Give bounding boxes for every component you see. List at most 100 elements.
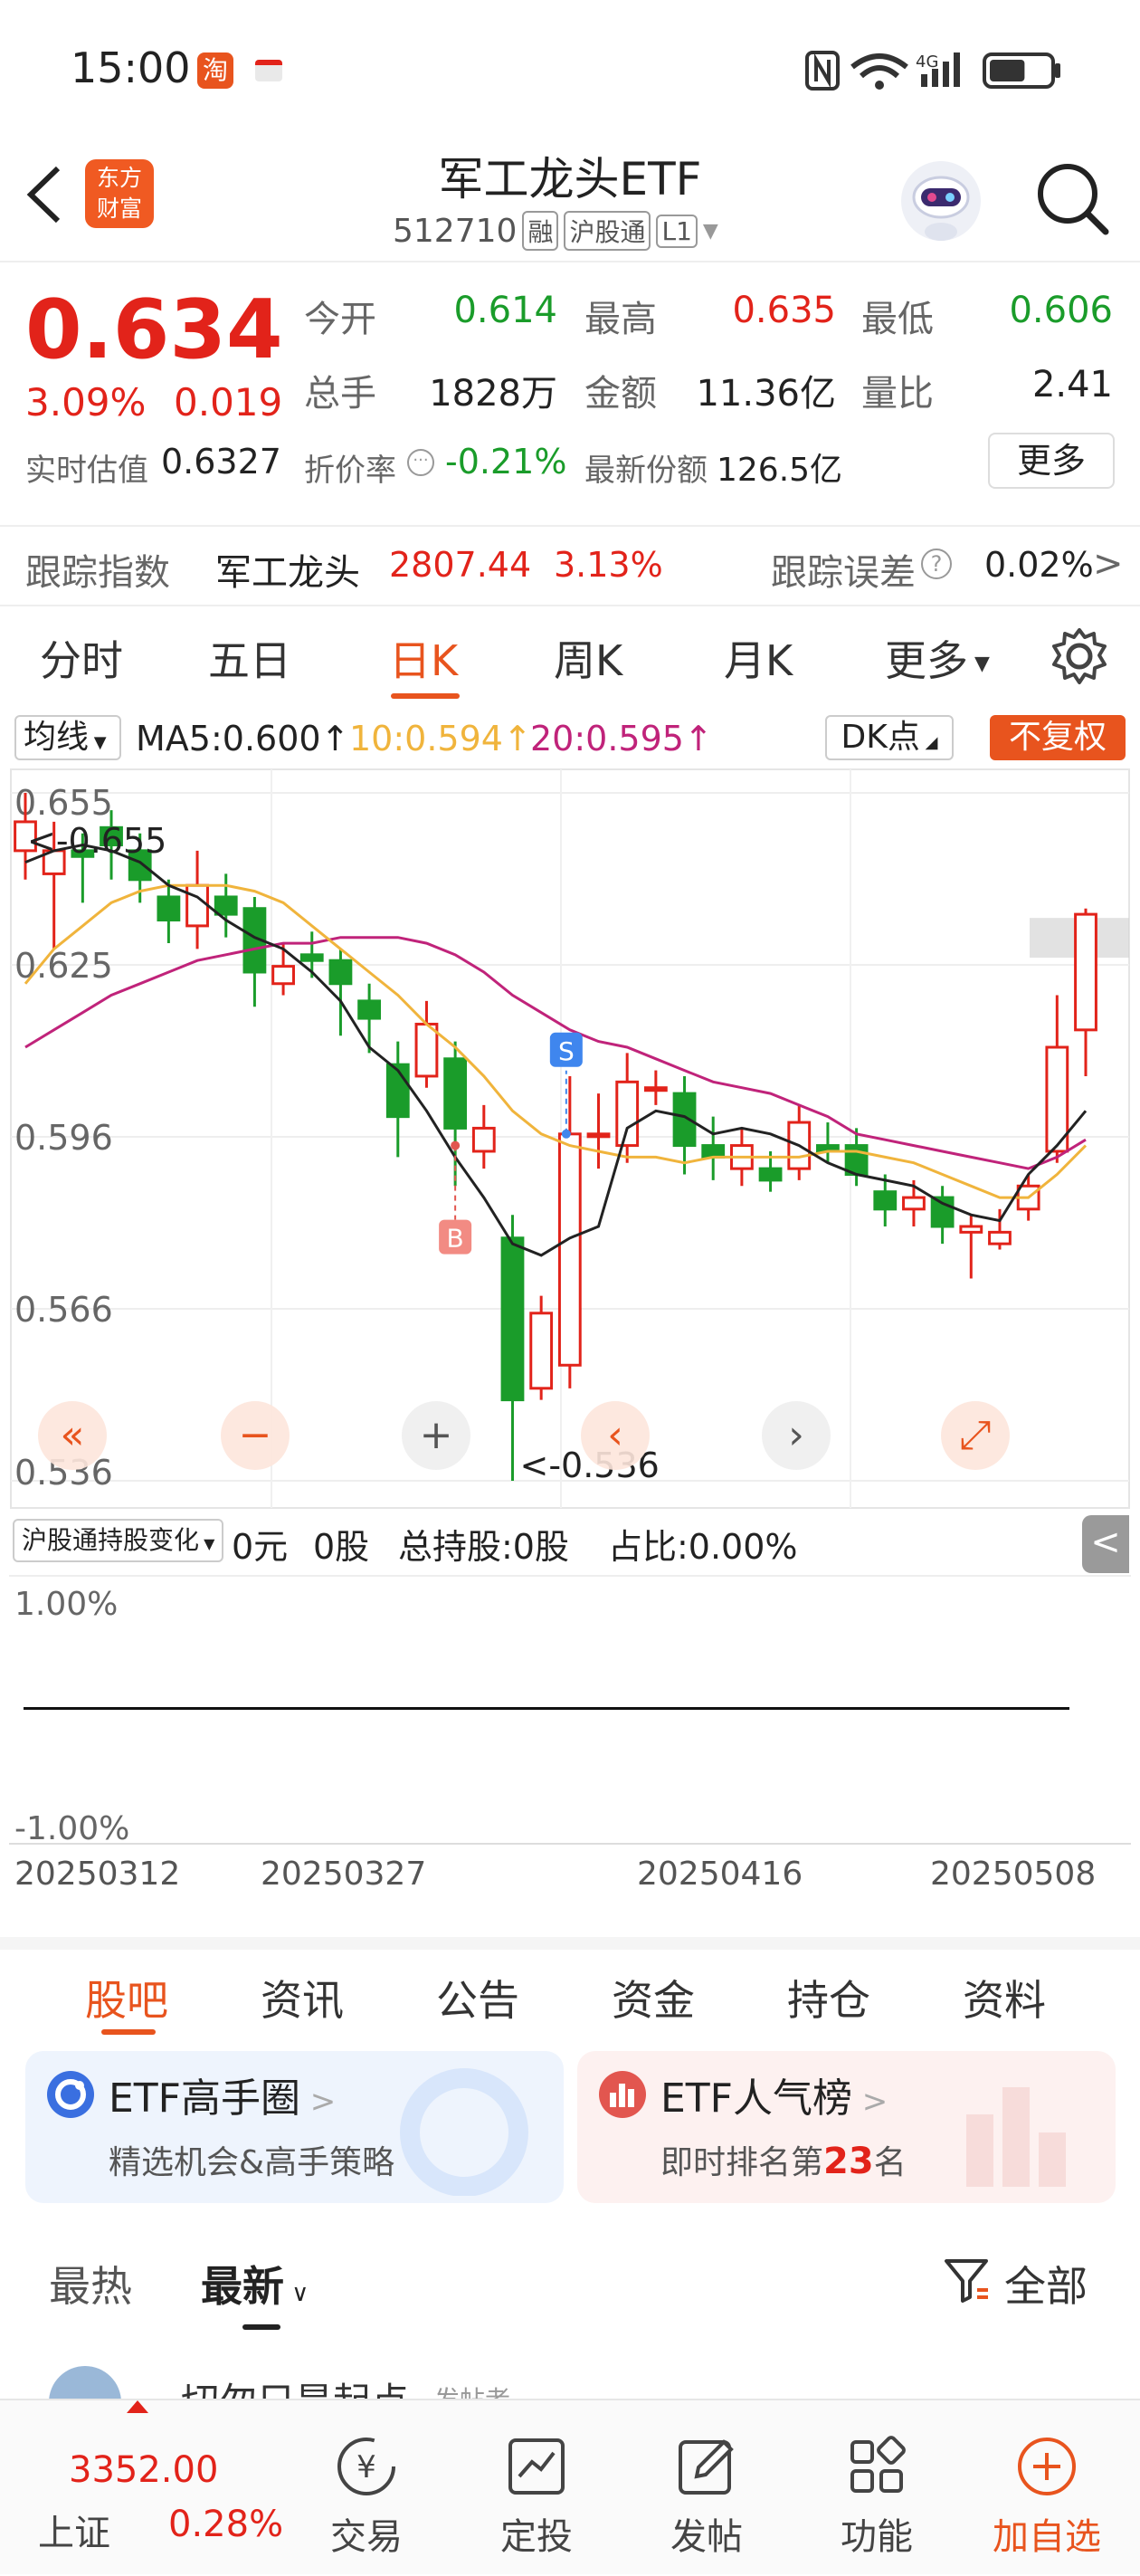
candle-down xyxy=(500,1236,525,1402)
etf-expert-circle-card[interactable]: ETF高手圈 > 精选机会&高手策略 xyxy=(25,2051,564,2203)
volume-value: 1828万 xyxy=(429,373,557,415)
subchart-y-min: -1.00% xyxy=(14,1810,130,1847)
etf-popularity-card[interactable]: ETF人气榜 > 即时排名第23名 xyxy=(577,2051,1116,2203)
filter-icon[interactable] xyxy=(943,2256,990,2304)
dk-point-button[interactable]: DK点 ◢ xyxy=(825,715,954,760)
candle-up xyxy=(586,1132,611,1139)
sell-signal-label: S xyxy=(558,1036,575,1066)
nav-fixed-invest[interactable]: 定投 xyxy=(469,2435,604,2560)
change-percent: 3.09% xyxy=(25,380,147,425)
tab-five-day[interactable]: 五日 xyxy=(208,628,291,688)
sort-hot[interactable]: 最热 xyxy=(49,2254,132,2314)
post-meta: 发帖者 xyxy=(434,2380,510,2399)
grid-apps-icon xyxy=(850,2436,906,2493)
index-value: 3352.00 xyxy=(69,2449,219,2491)
tab-forum[interactable]: 股吧 xyxy=(85,1968,168,2027)
post-preview[interactable]: 切勿只是起点 发帖者 xyxy=(0,2344,1140,2399)
kline-plot[interactable]: 0.6550.6250.5960.5660.536<-0.655<-0.536S… xyxy=(0,766,1140,1512)
tab-funds[interactable]: 资金 xyxy=(612,1968,695,2027)
help-icon[interactable]: ? xyxy=(921,549,952,579)
nav-fixed-invest-label: 定投 xyxy=(500,2516,573,2558)
candle-down xyxy=(214,895,238,916)
max-price-marker: <-0.655 xyxy=(27,821,166,861)
high-label: 最高 xyxy=(584,299,657,340)
open-value: 0.614 xyxy=(453,290,557,331)
tab-announcements[interactable]: 公告 xyxy=(436,1968,519,2027)
tab-daily-k[interactable]: 日K xyxy=(389,628,458,688)
post-author[interactable]: 切勿只是起点 xyxy=(181,2371,409,2399)
x-tick-0: 20250312 xyxy=(14,1856,181,1893)
subchart-y-max: 1.00% xyxy=(14,1586,119,1623)
search-icon[interactable] xyxy=(1031,157,1113,239)
candle-up xyxy=(471,1126,496,1153)
shares-value: 126.5亿 xyxy=(717,452,843,489)
tracking-index-value: 2807.44 xyxy=(389,545,532,585)
circle-logo-icon xyxy=(47,2071,94,2118)
shares-label: 最新份额 xyxy=(584,453,708,489)
battery-icon xyxy=(983,52,1060,89)
open-label: 今开 xyxy=(304,299,376,340)
info-icon[interactable]: ··· xyxy=(407,449,434,476)
tab-holdings[interactable]: 持仓 xyxy=(787,1968,870,2027)
chevron-right-icon: > xyxy=(1093,543,1124,585)
ma20-legend: 20:0.595↑ xyxy=(530,719,713,758)
tracking-index-name: 军工龙头 xyxy=(215,552,360,594)
robot-assistant-icon[interactable] xyxy=(896,156,986,246)
subchart-selector[interactable]: 沪股通持股变化 ▼ xyxy=(13,1519,224,1562)
chart-trend-icon xyxy=(508,2438,565,2495)
subchart-divider xyxy=(9,1575,1131,1577)
card-title: ETF高手圈 > xyxy=(109,2066,336,2123)
nav-trade[interactable]: ¥ 交易 xyxy=(299,2435,434,2560)
nav-post[interactable]: 发帖 xyxy=(639,2435,774,2560)
more-button[interactable]: 更多 xyxy=(988,433,1115,489)
adjust-toggle-button[interactable]: 不复权 xyxy=(990,715,1126,760)
collapse-panel-button[interactable]: < xyxy=(1082,1515,1129,1573)
scroll-left-button-icon: ‹ xyxy=(607,1412,623,1458)
card-title-text: ETF高手圈 xyxy=(109,2075,300,2122)
sort-latest[interactable]: 最新 ∨ xyxy=(201,2254,309,2314)
nav-functions[interactable]: 功能 xyxy=(809,2435,945,2560)
nav-add-watchlist[interactable]: 加自选 xyxy=(979,2435,1115,2560)
discount-value: -0.21% xyxy=(445,442,567,482)
tracking-label: 跟踪指数 xyxy=(25,552,170,594)
candle-down xyxy=(157,895,181,922)
ratio-label: 量比 xyxy=(861,373,934,415)
tab-monthly-k[interactable]: 月K xyxy=(724,628,793,688)
tracking-row[interactable]: 跟踪指数 军工龙头 2807.44 3.13% 跟踪误差 ? 0.02% > xyxy=(0,525,1140,606)
index-pct: 0.28% xyxy=(168,2504,284,2545)
candle-down xyxy=(873,1190,898,1211)
y-tick-label: 0.655 xyxy=(14,783,113,823)
tab-intraday[interactable]: 分时 xyxy=(40,628,123,688)
candle-up xyxy=(615,1080,640,1148)
dk-point-label: DK点 xyxy=(841,719,920,756)
filter-all[interactable]: 全部 xyxy=(1004,2254,1088,2314)
index-ticker[interactable]: 3352.00 上证 0.28% xyxy=(0,2400,283,2576)
subtitle-dropdown-icon[interactable]: ▼ xyxy=(703,220,718,243)
card-subtitle: 精选机会&高手策略 xyxy=(109,2144,395,2181)
add-circle-icon xyxy=(1018,2438,1076,2495)
x-tick-3: 20250508 xyxy=(930,1856,1097,1893)
avatar[interactable] xyxy=(49,2366,121,2399)
status-bar: 15:00 淘 4G xyxy=(0,0,1140,136)
tab-news[interactable]: 资讯 xyxy=(261,1968,344,2027)
change-amount: 0.019 xyxy=(174,380,283,425)
tab-weekly-k[interactable]: 周K xyxy=(554,628,622,688)
ma10-legend: 10:0.594↑ xyxy=(349,719,532,758)
compose-icon xyxy=(679,2439,734,2495)
settings-gear-icon[interactable] xyxy=(1048,625,1111,688)
trade-yen-icon: ¥ xyxy=(337,2438,395,2495)
status-time: 15:00 xyxy=(71,43,191,92)
nav-trade-label: 交易 xyxy=(330,2516,403,2558)
iopv-value: 0.6327 xyxy=(161,442,281,482)
active-sort-indicator xyxy=(242,2324,280,2330)
rank-number: 23 xyxy=(823,2141,874,2182)
scroll-left-fast-button-icon: « xyxy=(61,1412,85,1458)
tab-more[interactable]: 更多 ▼ xyxy=(885,628,990,688)
ma5-legend: MA5:0.600↑ xyxy=(136,719,350,758)
tab-profile[interactable]: 资料 xyxy=(963,1968,1046,2027)
caret-down-icon: ▼ xyxy=(89,733,107,752)
scroll-right-button-icon: › xyxy=(788,1412,804,1458)
notification-icon xyxy=(255,60,282,81)
indicator-type-selector[interactable]: 均线 ▼ xyxy=(14,715,121,760)
kline-chart-panel[interactable]: 均线 ▼ MA5:0.600↑ 10:0.594↑ 20:0.595↑ DK点 … xyxy=(0,706,1140,1512)
